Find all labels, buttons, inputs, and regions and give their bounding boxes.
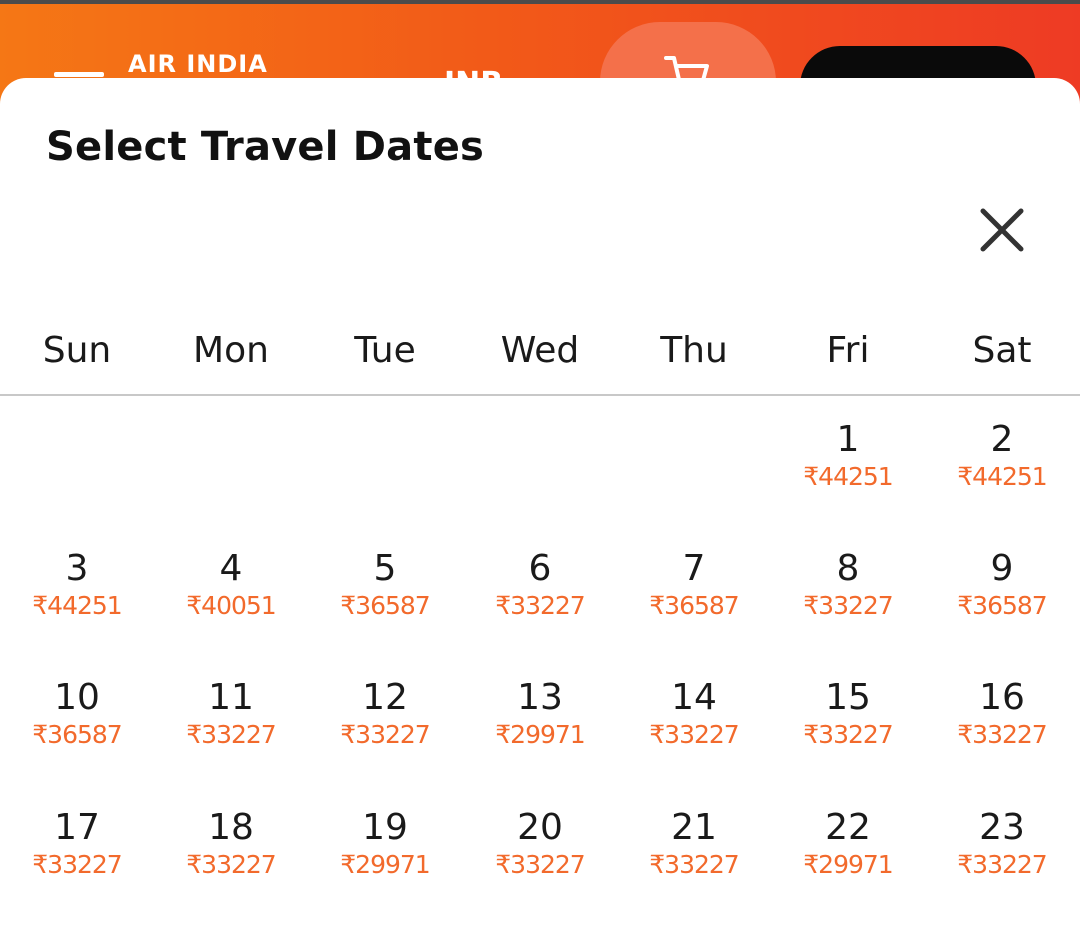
fare-price: ₹40051 [186,591,276,620]
day-number: 14 [671,677,717,718]
fare-price: ₹44251 [957,462,1047,491]
day-number: 15 [825,677,871,718]
fare-price: ₹33227 [957,720,1047,749]
day-number: 21 [671,807,717,848]
calendar-day-cell[interactable]: 11 ₹33227 [156,678,306,778]
day-number: 19 [362,807,408,848]
day-number: 2 [990,419,1014,460]
calendar-grid: 1 ₹44251 2 ₹44251 3 ₹44251 4 ₹40051 5 ₹36587 6 ₹332… [0,0,1080,928]
calendar-day-cell[interactable]: 9 ₹36587 [927,549,1077,649]
day-number: 18 [208,807,254,848]
calendar-day-cell[interactable]: 10 ₹36587 [2,678,152,778]
calendar-day-cell[interactable]: 4 ₹40051 [156,549,306,649]
day-number: 6 [528,548,552,589]
fare-price: ₹44251 [803,462,893,491]
calendar-day-cell[interactable]: 7 ₹36587 [619,549,769,649]
calendar-day-cell[interactable]: 14 ₹33227 [619,678,769,778]
calendar-day-cell[interactable]: 20 ₹33227 [465,808,615,908]
fare-price: ₹29971 [495,720,585,749]
day-number: 1 [836,419,860,460]
calendar-day-cell[interactable]: 19 ₹29971 [310,808,460,908]
fare-price: ₹33227 [803,591,893,620]
day-number: 10 [54,677,100,718]
calendar-day-cell[interactable]: 18 ₹33227 [156,808,306,908]
calendar-day-cell[interactable]: 13 ₹29971 [465,678,615,778]
fare-price: ₹33227 [186,720,276,749]
fare-price: ₹29971 [803,850,893,879]
fare-price: ₹44251 [32,591,122,620]
fare-price: ₹36587 [649,591,739,620]
calendar-day-cell[interactable]: 12 ₹33227 [310,678,460,778]
calendar-day-cell[interactable]: 22 ₹29971 [773,808,923,908]
fare-price: ₹33227 [649,720,739,749]
calendar-day-cell[interactable]: 23 ₹33227 [927,808,1077,908]
day-number: 22 [825,807,871,848]
calendar-day-cell[interactable]: 5 ₹36587 [310,549,460,649]
fare-price: ₹33227 [186,850,276,879]
calendar-day-cell[interactable]: 2 ₹44251 [927,420,1077,520]
calendar-day-cell[interactable]: 8 ₹33227 [773,549,923,649]
fare-price: ₹33227 [649,850,739,879]
day-number: 16 [979,677,1025,718]
calendar-day-cell[interactable]: 16 ₹33227 [927,678,1077,778]
day-number: 17 [54,807,100,848]
day-number: 3 [65,548,89,589]
calendar-day-cell[interactable]: 3 ₹44251 [2,549,152,649]
calendar-day-cell[interactable]: 15 ₹33227 [773,678,923,778]
fare-price: ₹29971 [340,850,430,879]
day-number: 5 [373,548,397,589]
fare-price: ₹33227 [495,850,585,879]
fare-price: ₹33227 [340,720,430,749]
day-number: 11 [208,677,254,718]
fare-price: ₹33227 [803,720,893,749]
fare-price: ₹36587 [340,591,430,620]
day-number: 13 [517,677,563,718]
calendar-day-cell[interactable]: 17 ₹33227 [2,808,152,908]
calendar-day-cell[interactable]: 21 ₹33227 [619,808,769,908]
fare-price: ₹33227 [957,850,1047,879]
day-number: 23 [979,807,1025,848]
day-number: 8 [836,548,860,589]
fare-price: ₹36587 [957,591,1047,620]
fare-price: ₹33227 [32,850,122,879]
day-number: 9 [990,548,1014,589]
calendar-day-cell[interactable]: 6 ₹33227 [465,549,615,649]
fare-price: ₹36587 [32,720,122,749]
day-number: 20 [517,807,563,848]
fare-price: ₹33227 [495,591,585,620]
day-number: 7 [682,548,706,589]
calendar-day-cell[interactable]: 1 ₹44251 [773,420,923,520]
day-number: 4 [219,548,243,589]
day-number: 12 [362,677,408,718]
